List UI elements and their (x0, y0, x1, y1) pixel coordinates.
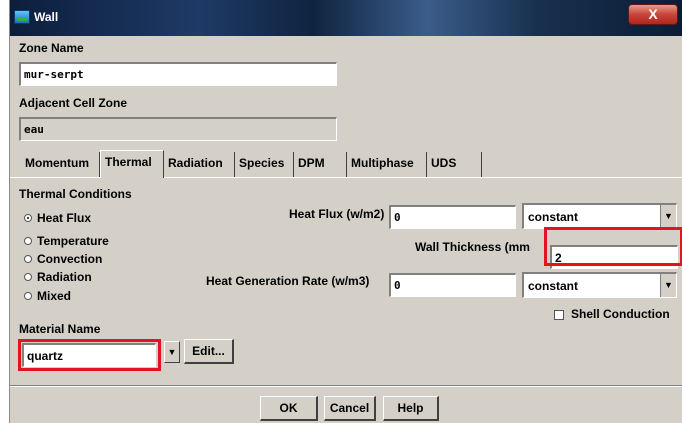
heat-flux-field[interactable]: 0 (389, 205, 516, 229)
material-name-label: Material Name (19, 322, 101, 336)
edit-material-button[interactable]: Edit... (184, 339, 234, 364)
close-button[interactable]: X (628, 4, 678, 25)
wall-thickness-label: Wall Thickness (mm (415, 240, 530, 254)
radio-icon (24, 292, 32, 300)
tab-species[interactable]: Species (235, 152, 294, 177)
material-dropdown-button[interactable]: ▼ (164, 341, 180, 363)
heat-generation-label: Heat Generation Rate (w/m3) (206, 274, 370, 288)
tab-multiphase[interactable]: Multiphase (347, 152, 427, 177)
zone-name-label: Zone Name (19, 41, 84, 55)
wall-dialog: Wall X Zone Name mur-serpt Adjacent Cell… (9, 0, 682, 423)
tab-momentum[interactable]: Momentum (21, 152, 100, 177)
heat-generation-method-select[interactable]: constant ▼ (522, 272, 677, 298)
chevron-down-icon: ▼ (660, 274, 676, 297)
radio-icon (24, 273, 32, 281)
heat-flux-method-select[interactable]: constant ▼ (522, 203, 677, 229)
radio-selected-icon (24, 214, 32, 222)
thermal-conditions-label: Thermal Conditions (19, 187, 132, 201)
cancel-button[interactable]: Cancel (324, 396, 376, 421)
window-title: Wall (34, 10, 59, 24)
tab-thermal[interactable]: Thermal (100, 150, 164, 178)
wall-thickness-highlight (544, 227, 682, 266)
ok-button[interactable]: OK (260, 396, 318, 421)
radio-icon (24, 255, 32, 263)
tab-radiation[interactable]: Radiation (164, 152, 235, 177)
adjacent-cell-zone-label: Adjacent Cell Zone (19, 96, 128, 110)
adjacent-cell-zone-field: eau (19, 117, 337, 141)
radio-icon (24, 237, 32, 245)
shell-conduction-checkbox[interactable] (554, 310, 564, 320)
title-bar[interactable]: Wall X (10, 0, 682, 36)
tab-dpm[interactable]: DPM (294, 152, 347, 177)
chevron-down-icon: ▼ (660, 205, 676, 228)
material-name-highlight (18, 339, 161, 371)
tab-uds[interactable]: UDS (427, 152, 482, 177)
help-button[interactable]: Help (383, 396, 439, 421)
shell-conduction-label: Shell Conduction (571, 307, 670, 321)
heat-generation-field[interactable]: 0 (389, 273, 516, 297)
separator (10, 385, 682, 387)
chevron-down-icon: ▼ (167, 347, 177, 357)
heat-flux-label: Heat Flux (w/m2) (289, 207, 385, 221)
zone-name-field[interactable]: mur-serpt (19, 62, 337, 86)
app-icon (14, 10, 30, 24)
